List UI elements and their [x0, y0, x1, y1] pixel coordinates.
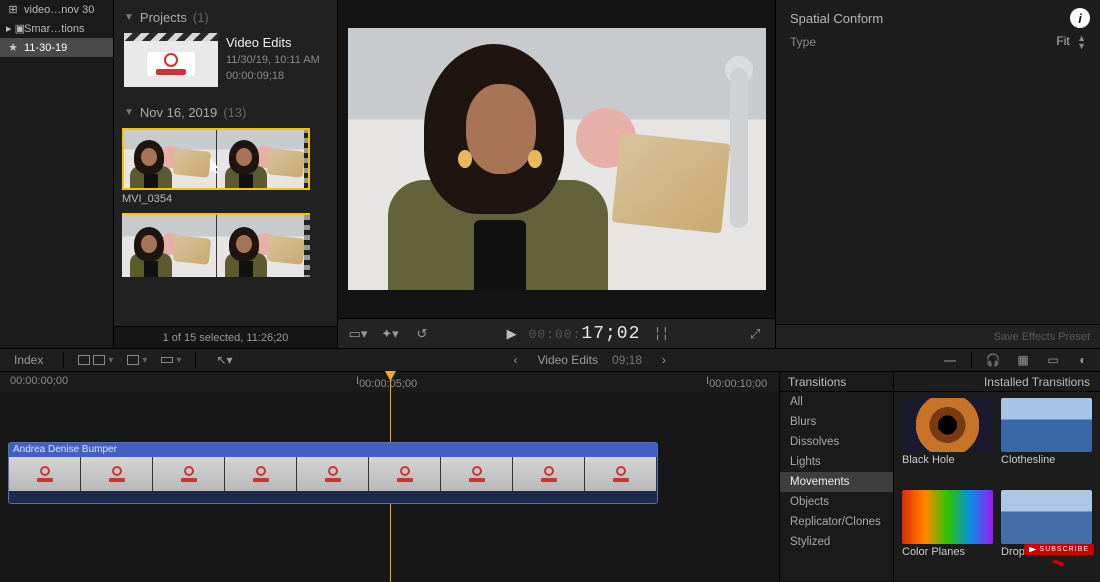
star-icon: ★: [6, 41, 20, 54]
viewer-timecode[interactable]: 00:00:17;02: [529, 324, 641, 344]
projects-count: (1): [193, 10, 209, 25]
event-label: Nov 16, 2019: [140, 105, 217, 120]
retime-icon[interactable]: ↺: [412, 326, 432, 342]
inspector-type-label: Type: [790, 35, 860, 49]
fx-category-dissolves[interactable]: Dissolves: [780, 432, 893, 452]
disclosure-icon: ▼: [124, 107, 134, 118]
clip-filmstrip[interactable]: [122, 215, 310, 277]
ruler-mark: 00:00:00;00: [10, 375, 68, 387]
transition-label: Drop In: [1001, 546, 1092, 558]
transition-drop-in[interactable]: Drop In: [1001, 490, 1092, 576]
timeline-nav-next[interactable]: ›: [656, 352, 672, 368]
timeline-clip-title: Andrea Denise Bumper: [9, 443, 657, 457]
projects-label: Projects: [140, 10, 187, 25]
fx-category-stylized[interactable]: Stylized: [780, 532, 893, 552]
save-effects-preset-button[interactable]: Save Effects Preset: [994, 331, 1090, 343]
inspector-panel: Spatial Conform i Type Fit ▲▼ Save Effec…: [776, 0, 1100, 348]
ruler-mark: I 00:00:05;00: [356, 375, 359, 387]
transition-label: Clothesline: [1001, 454, 1092, 466]
effects-tool-icon[interactable]: ✦▾: [380, 326, 400, 342]
loop-icon[interactable]: ╎╎: [652, 326, 670, 342]
disclosure-icon: ▼: [124, 12, 134, 23]
transition-thumbnail: [902, 398, 993, 452]
event-section-header[interactable]: ▼ Nov 16, 2019 (13): [122, 101, 329, 124]
library-item-label: Smar…tions: [24, 23, 85, 35]
play-icon[interactable]: ▶: [507, 326, 517, 342]
index-button[interactable]: Index: [8, 352, 49, 368]
clip-appearance2-icon[interactable]: ▾: [127, 355, 147, 366]
stepper-icon[interactable]: ▲▼: [1077, 34, 1086, 50]
project-name: Video Edits: [226, 35, 320, 50]
timeline-title: Video Edits: [538, 353, 599, 367]
view-options-icon[interactable]: ▭▾: [348, 326, 368, 342]
projects-section-header[interactable]: ▼ Projects (1): [122, 6, 329, 29]
timeline-nav-prev[interactable]: ‹: [508, 352, 524, 368]
clip-filmstrip-selected[interactable]: [122, 128, 310, 190]
clip-appearance-icon[interactable]: ▾: [78, 355, 113, 366]
grid-icon: ⊞: [6, 3, 20, 16]
library-item-video[interactable]: ⊞ video…nov 30: [0, 0, 113, 19]
inspector-section: Spatial Conform: [790, 11, 883, 26]
project-thumbnail: [124, 33, 218, 87]
transition-color-planes[interactable]: Color Planes: [902, 490, 993, 576]
fx-category-blurs[interactable]: Blurs: [780, 412, 893, 432]
inspector-type-row[interactable]: Type Fit ▲▼: [776, 30, 1100, 54]
timeline-duration: 09;18: [612, 353, 642, 367]
transition-thumbnail: [902, 490, 993, 544]
library-item-label: video…nov 30: [24, 4, 94, 16]
library-item-label: 11-30-19: [24, 42, 67, 54]
fx-category-replicator-clones[interactable]: Replicator/Clones: [780, 512, 893, 532]
video-preview[interactable]: [348, 28, 766, 290]
transition-thumbnail: [1001, 398, 1092, 452]
browser-status: 1 of 15 selected, 11:26;20: [114, 326, 337, 348]
transition-label: Color Planes: [902, 546, 993, 558]
info-icon[interactable]: i: [1070, 8, 1090, 28]
transition-black-hole[interactable]: Black Hole: [902, 398, 993, 484]
viewer-toolbar: ▭▾ ✦▾ ↺ ▶ 00:00:17;02 ╎╎ ⤢: [338, 318, 775, 348]
timeline[interactable]: 00:00:00;00 I 00:00:05;00 I 00:00:10;00 …: [0, 372, 780, 581]
effects-browser: Transitions AllBlursDissolvesLightsMovem…: [780, 372, 1100, 581]
project-item[interactable]: Video Edits 11/30/19, 10:11 AM 00:00:09;…: [122, 29, 329, 101]
transitions-browser-icon[interactable]: ▭: [1044, 353, 1062, 367]
inspector-toggle-icon[interactable]: ◐: [1074, 353, 1092, 367]
fx-category-objects[interactable]: Objects: [780, 492, 893, 512]
clip-browser: ▼ Projects (1) Video Edits 11/30/19, 10:…: [114, 0, 338, 348]
effects-browser-icon[interactable]: ▦: [1014, 353, 1032, 367]
library-item-date[interactable]: ★ 11-30-19: [0, 38, 113, 57]
align-icon[interactable]: ⎯⎯: [941, 353, 959, 368]
folder-icon: ▸ ▣: [6, 22, 20, 35]
fx-right-header: Installed Transitions: [894, 372, 1100, 392]
ruler-mark: I 00:00:10;00: [706, 375, 709, 387]
headphones-icon[interactable]: 🎧: [984, 353, 1002, 367]
library-item-smart[interactable]: ▸ ▣ Smar…tions: [0, 19, 113, 38]
timeline-clip[interactable]: Andrea Denise Bumper: [8, 442, 658, 504]
event-count: (13): [223, 105, 246, 120]
fx-category-lights[interactable]: Lights: [780, 452, 893, 472]
transition-thumbnail: [1001, 490, 1092, 544]
project-duration: 00:00:09;18: [226, 70, 320, 82]
clip-appearance3-icon[interactable]: ▾: [161, 355, 181, 366]
inspector-type-value: Fit: [1056, 34, 1069, 48]
fx-category-movements[interactable]: Movements: [780, 472, 893, 492]
transition-label: Black Hole: [902, 454, 993, 466]
fullscreen-icon[interactable]: ⤢: [745, 326, 765, 342]
fx-category-all[interactable]: All: [780, 392, 893, 412]
fx-left-header: Transitions: [780, 372, 893, 392]
libraries-sidebar: ⊞ video…nov 30 ▸ ▣ Smar…tions ★ 11-30-19: [0, 0, 114, 348]
clip-name: MVI_0354: [122, 193, 329, 205]
project-date: 11/30/19, 10:11 AM: [226, 54, 320, 66]
timeline-ruler[interactable]: 00:00:00;00 I 00:00:05;00 I 00:00:10;00: [0, 372, 779, 392]
transition-clothesline[interactable]: Clothesline: [1001, 398, 1092, 484]
viewer-panel: ▭▾ ✦▾ ↺ ▶ 00:00:17;02 ╎╎ ⤢: [338, 0, 776, 348]
timeline-toolbar: Index ▾ ▾ ▾ ↖▾ ‹ Video Edits 09;18 › ⎯⎯ …: [0, 348, 1100, 372]
select-tool-icon[interactable]: ↖▾: [210, 352, 238, 368]
